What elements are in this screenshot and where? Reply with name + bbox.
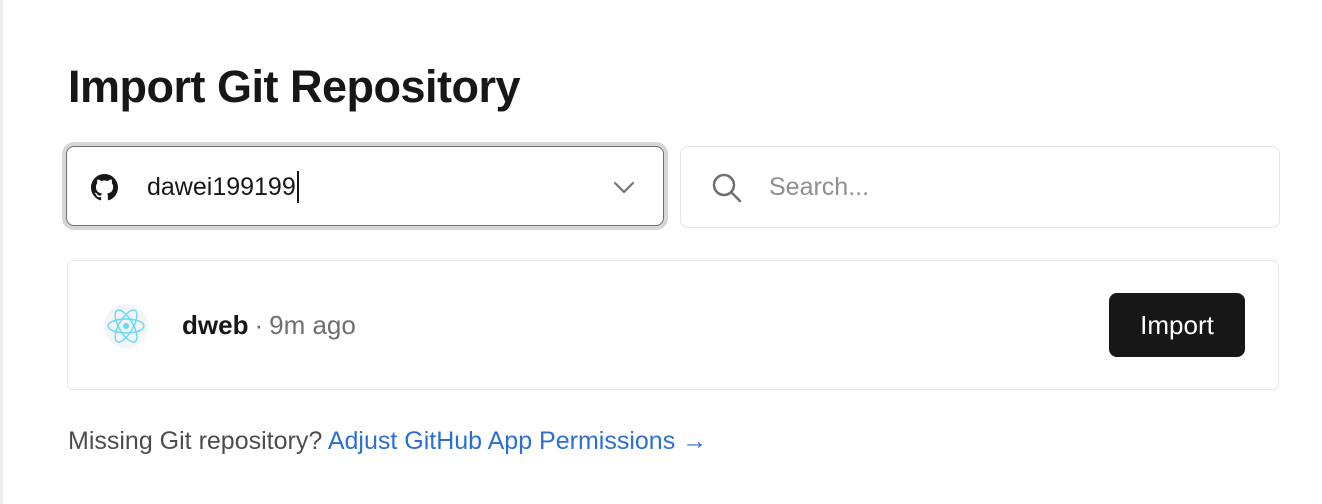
search-icon bbox=[712, 173, 742, 203]
account-name[interactable]: dawei199199 bbox=[147, 171, 299, 203]
repository-updated: 9m ago bbox=[269, 310, 356, 340]
meta-separator: · bbox=[254, 310, 264, 340]
page-title: Import Git Repository bbox=[68, 61, 521, 112]
chevron-down-icon[interactable] bbox=[613, 177, 635, 197]
repository-name: dweb bbox=[182, 310, 249, 340]
adjust-permissions-link[interactable]: Adjust GitHub App Permissions → bbox=[328, 427, 707, 455]
react-icon bbox=[104, 304, 148, 348]
import-button[interactable]: Import bbox=[1109, 293, 1245, 357]
import-page: Import Git Repository dawei199199 Search… bbox=[0, 0, 1322, 504]
repository-info: dweb · 9m ago bbox=[182, 309, 356, 341]
text-cursor bbox=[296, 171, 299, 203]
account-name-text: dawei199199 bbox=[147, 173, 296, 201]
sidebar-divider bbox=[0, 0, 3, 504]
git-account-select[interactable]: dawei199199 bbox=[66, 146, 664, 226]
search-input[interactable] bbox=[769, 167, 1249, 207]
repository-row: dweb · 9m ago Import bbox=[68, 261, 1278, 389]
missing-repo-notice: Missing Git repository? Adjust GitHub Ap… bbox=[68, 424, 707, 458]
github-icon bbox=[91, 174, 118, 201]
repository-list: dweb · 9m ago Import bbox=[67, 260, 1279, 390]
repository-search[interactable] bbox=[680, 146, 1280, 228]
missing-repo-text: Missing Git repository? bbox=[68, 427, 323, 455]
